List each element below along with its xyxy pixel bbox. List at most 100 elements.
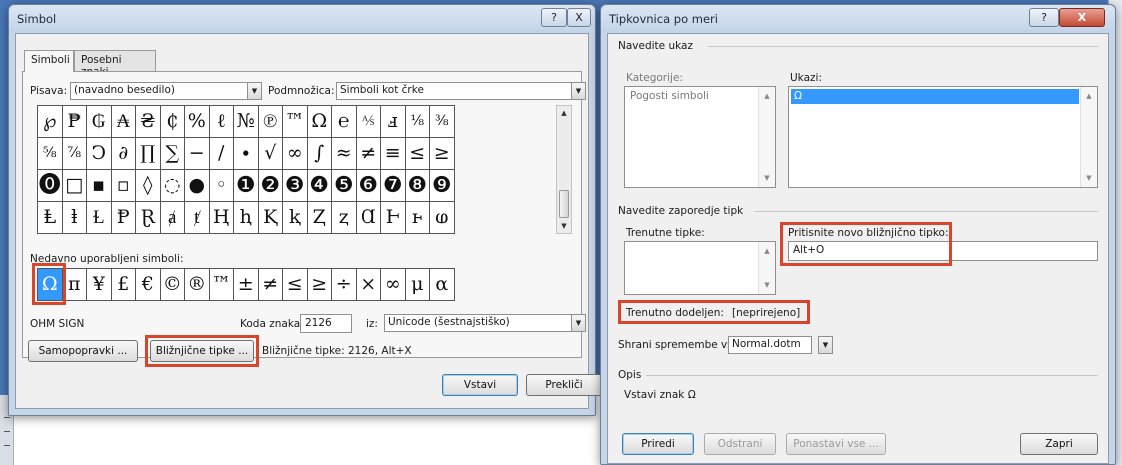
close-icon[interactable]: X	[567, 8, 591, 27]
symbol-cell[interactable]: ∏	[136, 138, 161, 170]
insert-button[interactable]: Vstavi	[442, 374, 518, 396]
recent-symbol-cell[interactable]: ≤	[283, 269, 308, 301]
symbol-cell[interactable]: ∙	[234, 138, 259, 170]
recent-symbol-cell[interactable]: ÷	[332, 269, 357, 301]
symbol-cell[interactable]: ❷	[258, 170, 283, 202]
symbol-cell[interactable]: Ɫ	[87, 202, 112, 234]
symbol-cell[interactable]: ▪	[87, 170, 112, 202]
scroll-down-icon[interactable]: ▼	[759, 171, 775, 185]
symbol-cell[interactable]: ⱷ	[430, 202, 455, 234]
recent-symbol-cell[interactable]: ±	[234, 269, 259, 301]
scroll-down-icon[interactable]: ▼	[759, 278, 775, 292]
recent-symbol-cell[interactable]: ×	[356, 269, 381, 301]
current-keys-list[interactable]: ▲ ▼	[624, 241, 776, 295]
symbol-cell[interactable]: ℮	[332, 106, 357, 138]
symbol-cell[interactable]: ◊	[136, 170, 161, 202]
recent-symbol-cell[interactable]: ®	[185, 269, 210, 301]
symbol-cell[interactable]: ◦	[209, 170, 234, 202]
symbol-cell[interactable]: ●	[185, 170, 210, 202]
symbol-cell[interactable]: %	[185, 106, 210, 138]
symbol-cell[interactable]: Ɽ	[136, 202, 161, 234]
cancel-button[interactable]: Prekliči	[526, 374, 602, 396]
help-button[interactable]: ?	[541, 8, 567, 27]
font-select[interactable]: (navadno besedilo) ▼	[70, 82, 262, 100]
list-item[interactable]: Ω	[791, 89, 1079, 104]
symbol-cell[interactable]: ❺	[332, 170, 357, 202]
symbol-cell[interactable]: ∕	[209, 138, 234, 170]
symbol-cell[interactable]: ❶	[234, 170, 259, 202]
scrollbar-thumb[interactable]	[559, 190, 569, 218]
symbol-cell[interactable]: Ⱡ	[38, 202, 63, 234]
symbol-cell[interactable]: ∑	[160, 138, 185, 170]
symbol-cell[interactable]: ℘	[38, 106, 63, 138]
tab-symbols[interactable]: Simboli	[24, 50, 74, 72]
recent-symbol-cell[interactable]: μ	[405, 269, 430, 301]
recent-symbol-cell[interactable]: ©	[160, 269, 185, 301]
remove-button[interactable]: Odstrani	[704, 433, 776, 455]
symbol-cell[interactable]: ≠	[356, 138, 381, 170]
symbol-cell[interactable]: ⱪ	[283, 202, 308, 234]
categories-list[interactable]: Pogosti simboli ▲ ▼	[624, 86, 776, 188]
recent-symbol-cell[interactable]: ¥	[87, 269, 112, 301]
symbol-cell[interactable]: ⅞	[62, 138, 87, 170]
symbol-cell[interactable]: ℓ	[209, 106, 234, 138]
symbol-cell[interactable]: ❼	[381, 170, 406, 202]
new-shortcut-input[interactable]: Alt+O	[788, 241, 1098, 261]
chevron-down-icon[interactable]: ▼	[818, 336, 833, 354]
recent-symbol-cell[interactable]: ™	[209, 269, 234, 301]
recent-symbol-cell[interactable]: ≥	[307, 269, 332, 301]
symbol-cell[interactable]: ⅎ	[381, 106, 406, 138]
shortcut-key-button[interactable]: Bližnjične tipke ...	[150, 340, 254, 362]
scroll-up-icon[interactable]: ▲	[557, 106, 571, 120]
scroll-up-icon[interactable]: ▲	[759, 89, 775, 103]
chevron-down-icon[interactable]: ▼	[571, 83, 585, 99]
symbol-cell[interactable]: ⅍	[356, 106, 381, 138]
symbol-cell[interactable]: ⅜	[430, 106, 455, 138]
symbol-cell[interactable]: Ɑ	[356, 202, 381, 234]
symbol-cell[interactable]: ℗	[258, 106, 283, 138]
symbol-cell[interactable]: ₲	[87, 106, 112, 138]
symbol-cell[interactable]: ₱	[62, 106, 87, 138]
categories-scrollbar[interactable]: ▲ ▼	[758, 87, 775, 187]
recent-symbol-cell[interactable]: €	[136, 269, 161, 301]
encoding-select[interactable]: Unicode (šestnajstiško) ▼	[384, 314, 586, 332]
scroll-up-icon[interactable]: ▲	[759, 244, 775, 258]
symbol-cell[interactable]: ⱶ	[405, 202, 430, 234]
symbol-cell[interactable]: ∞	[283, 138, 308, 170]
symbol-cell[interactable]: ⅝	[38, 138, 63, 170]
symbol-cell[interactable]: ⱦ	[185, 202, 210, 234]
recent-symbol-cell[interactable]: ∞	[381, 269, 406, 301]
symbol-cell[interactable]: ™	[283, 106, 308, 138]
current-keys-scrollbar[interactable]: ▲ ▼	[758, 242, 775, 294]
symbol-cell[interactable]: ▫	[111, 170, 136, 202]
commands-list[interactable]: Ω ▲ ▼	[788, 86, 1098, 188]
symbol-cell[interactable]: ⱨ	[234, 202, 259, 234]
recent-symbol-cell[interactable]: ≠	[258, 269, 283, 301]
subset-select[interactable]: Simboli kot črke ▼	[336, 82, 586, 100]
symbol-cell[interactable]: ❽	[405, 170, 430, 202]
recent-symbol-cell[interactable]: £	[111, 269, 136, 301]
reset-all-button[interactable]: Ponastavi vse ...	[786, 433, 886, 455]
symbol-cell[interactable]: ₵	[160, 106, 185, 138]
recent-symbol-cell[interactable]: Ω	[38, 269, 63, 301]
recent-symbol-cell[interactable]: π	[62, 269, 87, 301]
autocorrect-button[interactable]: Samopopravki ...	[28, 340, 138, 362]
symbol-cell[interactable]: ❹	[307, 170, 332, 202]
close-button[interactable]: Zapri	[1020, 433, 1098, 455]
symbol-cell[interactable]: ⱬ	[332, 202, 357, 234]
symbol-cell[interactable]: Ⱬ	[307, 202, 332, 234]
symbol-cell[interactable]: □	[62, 170, 87, 202]
symbol-cell[interactable]: Ⱨ	[209, 202, 234, 234]
symbol-cell[interactable]: ≤	[405, 138, 430, 170]
symbol-cell[interactable]: √	[258, 138, 283, 170]
close-icon[interactable]: X	[1059, 8, 1105, 27]
assign-button[interactable]: Priredi	[622, 433, 694, 455]
symbol-cell[interactable]: ❸	[283, 170, 308, 202]
chevron-down-icon[interactable]: ▼	[247, 83, 261, 99]
symbol-cell[interactable]: Ⱶ	[381, 202, 406, 234]
symbol-cell[interactable]: ₴	[136, 106, 161, 138]
symbol-grid-scrollbar[interactable]: ▲ ▼	[556, 105, 572, 234]
symbol-cell[interactable]: −	[185, 138, 210, 170]
symbol-cell[interactable]: ❾	[430, 170, 455, 202]
symbol-cell[interactable]: ≈	[332, 138, 357, 170]
